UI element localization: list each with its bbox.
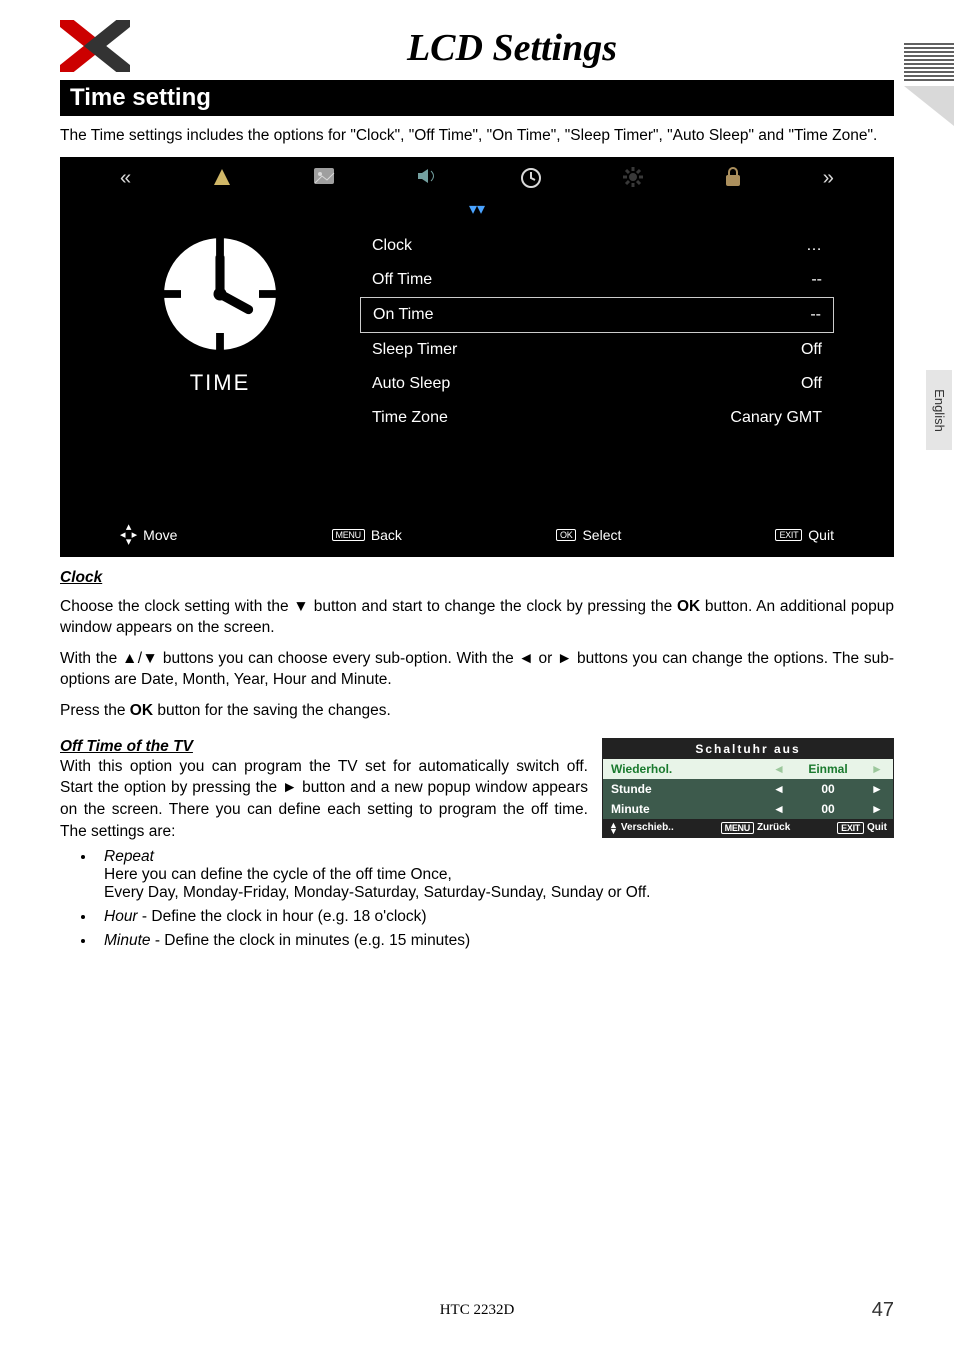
osd2-row-value: Einmal <box>793 762 863 776</box>
left-arrow-icon: ◄ <box>771 802 787 816</box>
bullet-repeat: Repeat Here you can define the cycle of … <box>96 848 894 902</box>
osd-time-menu: « » ▾▾ <box>60 157 894 557</box>
nav-arrows-icon: ▴◂ ▸▾ <box>120 524 137 547</box>
osd-row-value: Canary GMT <box>730 409 822 427</box>
osd-row-clock: Clock … <box>360 229 834 263</box>
left-arrow-icon: ◄ <box>771 782 787 796</box>
text-fragment: Press the <box>60 702 130 719</box>
osd-tab-lock-icon <box>724 167 742 195</box>
bullet-hour: Hour - Define the clock in hour (e.g. 18… <box>96 908 894 926</box>
bullet-text: - Define the clock in minutes (e.g. 15 m… <box>151 932 471 949</box>
osd2-zuruck: Zurück <box>757 822 790 833</box>
text-bold: OK <box>130 702 153 719</box>
osd-time-label: TIME <box>120 370 320 396</box>
clock-illustration-icon <box>155 229 285 359</box>
osd-tab-sound-icon <box>416 167 438 195</box>
osd-row-label: Time Zone <box>372 409 448 427</box>
bullet-head: Minute <box>104 932 151 949</box>
clock-para-1: Choose the clock setting with the ▼ butt… <box>60 597 894 639</box>
osd-row-label: Sleep Timer <box>372 341 457 359</box>
osd-tab-channel-icon <box>212 167 232 195</box>
osd-tab-chevrons-left: « <box>120 167 131 195</box>
osd-footer-select: OK Select <box>556 527 621 543</box>
osd2-row-label: Stunde <box>611 782 765 796</box>
osd2-row-value: 00 <box>793 802 863 816</box>
off-time-para: With this option you can program the TV … <box>60 756 588 843</box>
bullet-text: - Define the clock in hour (e.g. 18 o'cl… <box>138 908 427 925</box>
exit-key-icon: EXIT <box>837 822 864 834</box>
osd-row-on-time: On Time -- <box>360 297 834 333</box>
clock-para-3: Press the OK button for the saving the c… <box>60 701 894 722</box>
updown-arrows-icon: ▲▼ <box>609 822 618 835</box>
osd-tab-bar: « » <box>60 157 894 195</box>
osd-row-value: -- <box>810 306 821 324</box>
osd2-row-value: 00 <box>793 782 863 796</box>
ok-key-icon: OK <box>556 529 576 541</box>
osd-menu-list: Clock … Off Time -- On Time -- Sleep Tim… <box>360 229 834 435</box>
osd2-footer: ▲▼ Verschieb.. MENU Zurück EXIT Quit <box>603 819 893 838</box>
osd2-row-label: Minute <box>611 802 765 816</box>
osd-row-off-time: Off Time -- <box>360 263 834 297</box>
bullet-head: Repeat <box>104 848 154 865</box>
section-title: Time setting <box>60 80 894 116</box>
osd2-row-label: Wiederhol. <box>611 762 765 776</box>
off-time-bullets: Repeat Here you can define the cycle of … <box>60 848 894 950</box>
osd-row-time-zone: Time Zone Canary GMT <box>360 401 834 435</box>
osd-row-label: Clock <box>372 237 412 255</box>
osd2-row-stunde: Stunde ◄ 00 ► <box>603 779 893 799</box>
bullet-text: Here you can define the cycle of the off… <box>104 866 452 883</box>
osd-row-label: Off Time <box>372 271 432 289</box>
text-bold: OK <box>677 598 700 615</box>
osd-row-value: … <box>806 237 822 255</box>
osd-footer-select-label: Select <box>582 527 621 543</box>
osd-footer-quit: EXIT Quit <box>775 527 834 543</box>
osd-arrow-down-icon: ▾▾ <box>60 199 894 219</box>
osd2-row-minute: Minute ◄ 00 ► <box>603 799 893 819</box>
exit-key-icon: EXIT <box>775 529 802 541</box>
off-time-heading: Off Time of the TV <box>60 738 588 756</box>
osd2-quit: Quit <box>867 822 887 833</box>
right-arrow-icon: ► <box>869 782 885 796</box>
osd-tab-time-icon <box>520 167 542 195</box>
bullet-minute: Minute - Define the clock in minutes (e.… <box>96 932 894 950</box>
osd-row-auto-sleep: Auto Sleep Off <box>360 367 834 401</box>
osd-tab-chevrons-right: » <box>823 167 834 195</box>
left-arrow-icon: ◄ <box>771 762 787 776</box>
osd2-row-wiederhol: Wiederhol. ◄ Einmal ► <box>603 759 893 779</box>
page-title: LCD Settings <box>130 26 894 70</box>
osd-row-value: Off <box>801 341 822 359</box>
osd-row-value: -- <box>811 271 822 289</box>
osd-tab-picture-icon <box>313 167 335 195</box>
menu-key-icon: MENU <box>721 822 754 834</box>
osd-footer-back: MENU Back <box>332 527 402 543</box>
clock-heading: Clock <box>60 569 894 587</box>
osd-footer-quit-label: Quit <box>808 527 834 543</box>
x-logo-icon <box>60 20 130 72</box>
page-header: LCD Settings <box>60 20 894 72</box>
osd-row-value: Off <box>801 375 822 393</box>
osd-tab-option-icon <box>623 167 643 195</box>
osd-row-label: Auto Sleep <box>372 375 450 393</box>
clock-para-2: With the ▲/▼ buttons you can choose ever… <box>60 649 894 691</box>
right-arrow-icon: ► <box>869 762 885 776</box>
bullet-text: Every Day, Monday-Friday, Monday-Saturda… <box>104 884 650 901</box>
osd-schaltuhr-aus: Schaltuhr aus Wiederhol. ◄ Einmal ► Stun… <box>602 738 894 839</box>
page-footer: HTC 2232D 47 <box>60 1299 894 1322</box>
osd-footer-bar: ▴◂ ▸▾ Move MENU Back OK Select EXIT Quit <box>120 524 834 547</box>
osd-row-sleep-timer: Sleep Timer Off <box>360 333 834 367</box>
osd-footer-move: Move <box>143 527 177 543</box>
osd2-verschieb: Verschieb.. <box>621 822 674 833</box>
menu-key-icon: MENU <box>332 529 365 541</box>
text-fragment: Choose the clock setting with the ▼ butt… <box>60 598 677 615</box>
right-arrow-icon: ► <box>869 802 885 816</box>
text-fragment: button for the saving the changes. <box>153 702 391 719</box>
footer-model: HTC 2232D <box>60 1302 894 1319</box>
osd-row-label: On Time <box>373 306 433 324</box>
osd2-title: Schaltuhr aus <box>603 739 893 759</box>
osd-footer-back-label: Back <box>371 527 402 543</box>
intro-text: The Time settings includes the options f… <box>60 126 894 147</box>
bullet-head: Hour <box>104 908 138 925</box>
